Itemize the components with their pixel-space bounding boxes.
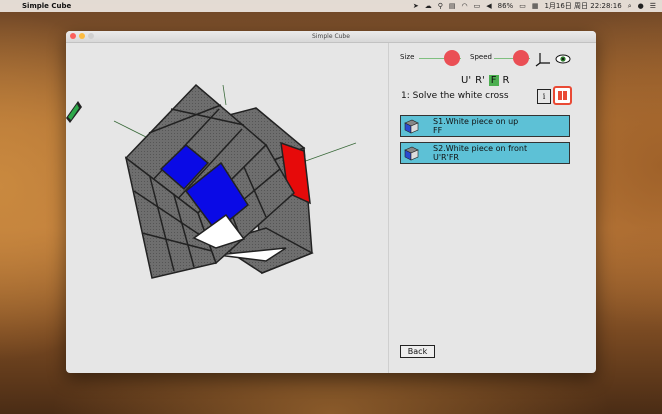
visibility-eye-icon[interactable] (555, 54, 571, 64)
siri-icon[interactable]: ● (638, 2, 644, 10)
location-icon[interactable]: ➤ (413, 2, 419, 10)
minimize-window-button[interactable] (79, 33, 85, 39)
move-item: R (502, 75, 510, 86)
app-window: Simple Cube Size Speed U' R' F R 1: Solv… (66, 31, 596, 373)
menu-bar: Simple Cube ➤ ☁ ⚲ ▤ ◠ ▭ ◀ 86% ▭ ▦ 1月16日 … (0, 0, 662, 12)
zoom-window-button[interactable] (88, 33, 94, 39)
cube-thumbnail-icon (404, 146, 419, 161)
airplay-icon[interactable]: ▭ (474, 2, 481, 10)
hint-moves: U'R'FR (433, 153, 459, 162)
cube-3d-view[interactable] (66, 43, 388, 373)
cube-render[interactable] (66, 43, 388, 373)
hint-moves: FF (433, 126, 443, 135)
back-button[interactable]: Back (400, 345, 435, 358)
airdrop-icon[interactable]: ⚲ (438, 2, 443, 10)
battery-percent[interactable]: 86% (498, 2, 514, 10)
status-area: ➤ ☁ ⚲ ▤ ◠ ▭ ◀ 86% ▭ ▦ 1月16日 周日 22:28:16 … (413, 0, 656, 12)
detached-sticker (66, 101, 82, 123)
step-title: 1: Solve the white cross (401, 91, 509, 101)
move-item: R' (475, 75, 485, 86)
wifi-icon[interactable]: ◠ (462, 2, 468, 10)
wechat-icon[interactable]: ☁ (425, 2, 432, 10)
axis-line (222, 84, 227, 106)
move-item: U' (461, 75, 472, 86)
close-window-button[interactable] (70, 33, 76, 39)
size-label: Size (400, 53, 415, 61)
info-button[interactable]: i (537, 89, 551, 104)
title-bar: Simple Cube (66, 31, 596, 43)
window-title: Simple Cube (312, 33, 350, 40)
keyboard-icon[interactable]: ▤ (449, 2, 456, 10)
control-panel: Size Speed U' R' F R 1: Solve the white … (389, 43, 596, 373)
battery-icon[interactable]: ▭ (519, 2, 526, 10)
cube-thumbnail-icon (404, 119, 419, 134)
hint-title: S1.White piece on up (433, 117, 519, 126)
move-item-current: F (488, 75, 499, 86)
clock-text[interactable]: 1月16日 周日 22:28:16 (544, 1, 621, 11)
volume-icon[interactable]: ◀ (486, 2, 491, 10)
pause-button[interactable] (553, 86, 572, 105)
hint-item[interactable]: S1.White piece on up FF (400, 115, 570, 137)
size-slider-knob[interactable] (444, 50, 460, 66)
move-sequence: U' R' F R (461, 75, 510, 86)
window-controls (70, 33, 94, 39)
speed-slider-knob[interactable] (513, 50, 529, 66)
app-menu[interactable]: Simple Cube (22, 2, 71, 10)
speed-label: Speed (470, 53, 492, 61)
spotlight-search-icon[interactable]: ⌕ (628, 2, 632, 11)
hint-title: S2.White piece on front (433, 144, 528, 153)
hint-item[interactable]: S2.White piece on front U'R'FR (400, 142, 570, 164)
control-list-icon[interactable]: ☰ (650, 2, 656, 10)
input-flag-icon[interactable]: ▦ (532, 2, 539, 10)
axes-toggle-icon[interactable] (535, 51, 551, 67)
